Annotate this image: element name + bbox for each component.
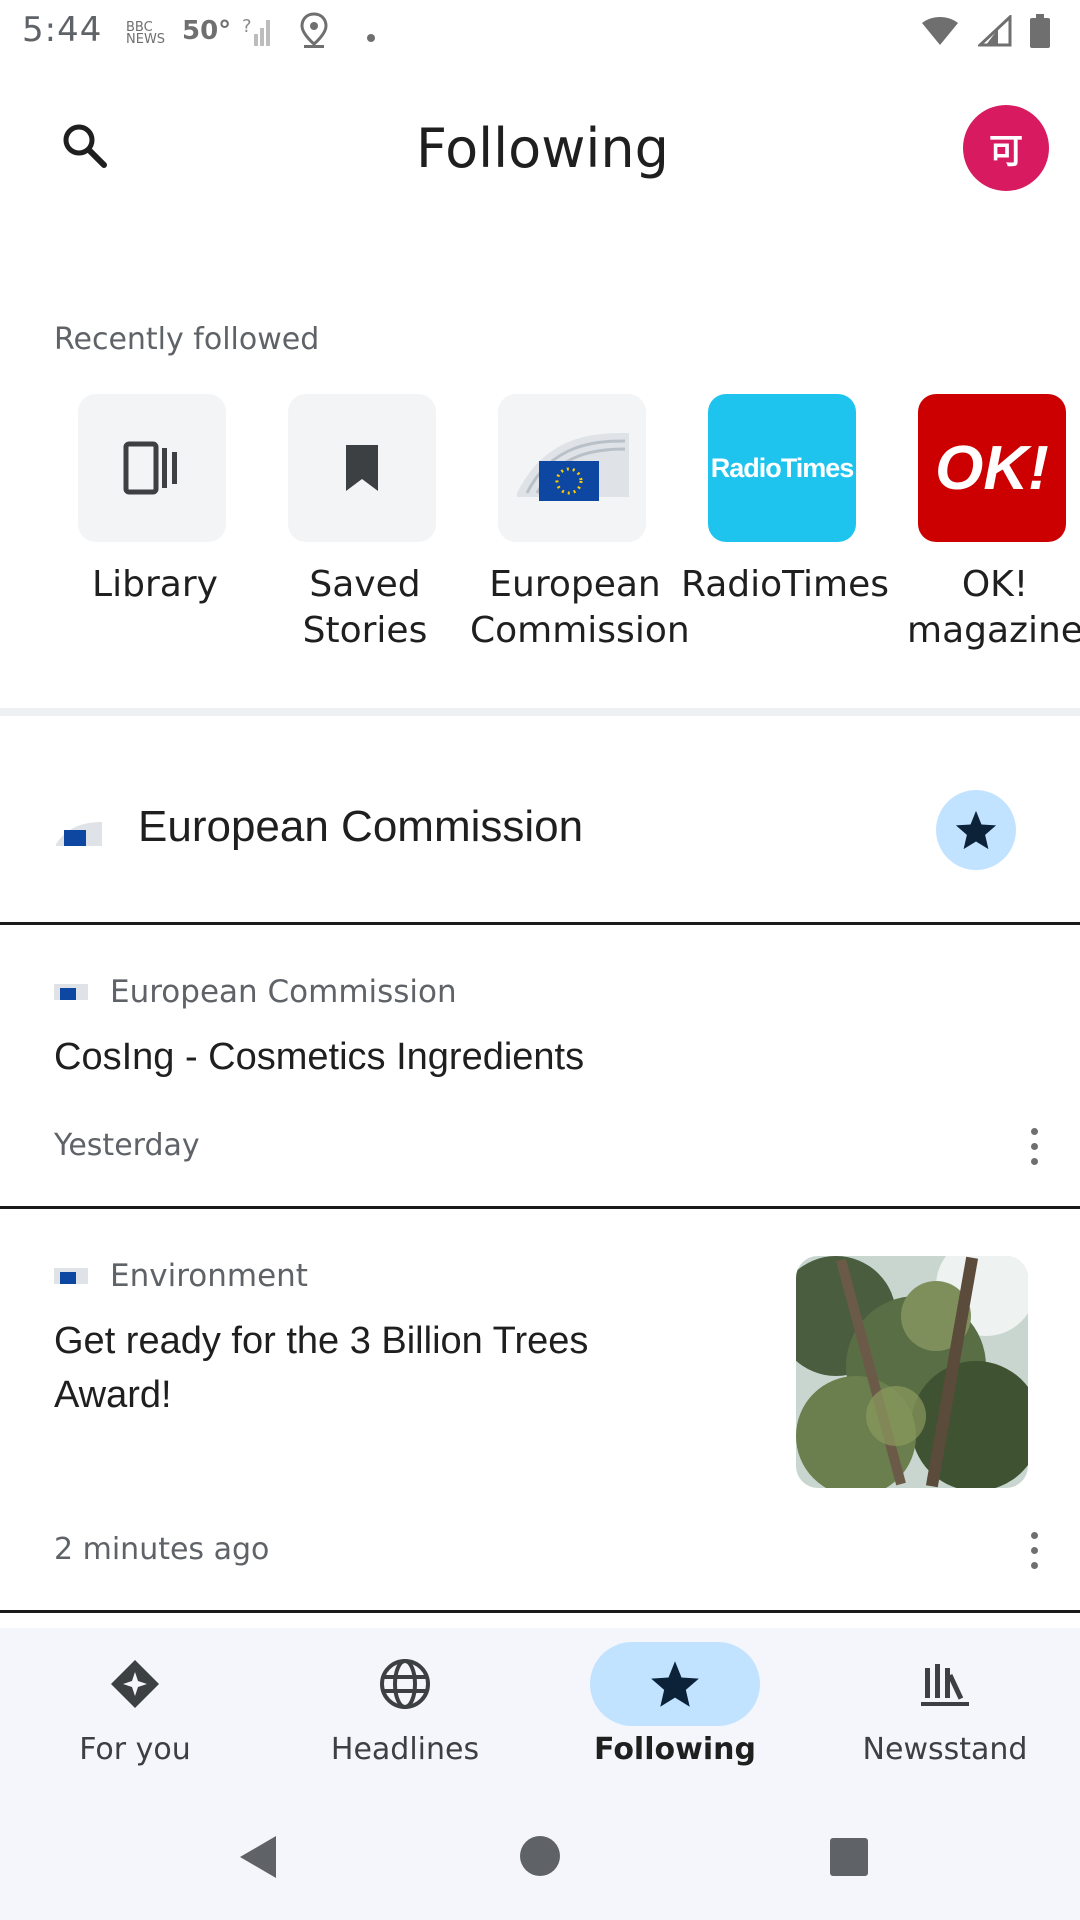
notification-dot-icon: [366, 24, 376, 49]
article-source: Environment: [54, 1258, 308, 1294]
tab-label: Newsstand: [862, 1732, 1028, 1767]
more-options-button[interactable]: [988, 1100, 1080, 1192]
account-button[interactable]: 可: [934, 86, 1078, 210]
article-card[interactable]: European Commission CosIng - Cosmetics I…: [0, 926, 1080, 1208]
section-divider: [0, 708, 1080, 716]
back-button[interactable]: [236, 1834, 280, 1884]
recents-icon: [830, 1838, 868, 1876]
recent-item-label: European Commission: [470, 564, 690, 651]
article-time: 2 minutes ago: [54, 1532, 270, 1567]
article-source-name: Environment: [110, 1258, 308, 1294]
library-icon: [78, 394, 226, 542]
recents-button[interactable]: [828, 1836, 870, 1882]
article-source: European Commission: [54, 974, 457, 1010]
source-header[interactable]: European Commission: [0, 736, 1080, 922]
row-divider: [0, 1206, 1080, 1209]
row-divider: [0, 922, 1080, 925]
recent-item-saved-stories[interactable]: Saved Stories: [260, 380, 470, 656]
search-button[interactable]: [22, 64, 146, 230]
globe-icon: [380, 1659, 430, 1709]
newsstand-icon: [921, 1664, 969, 1706]
source-title: European Commission: [138, 802, 584, 851]
tab-label: Headlines: [330, 1732, 480, 1767]
article-title[interactable]: Get ready for the 3 Billion Trees Award!: [54, 1314, 694, 1422]
page-title: Following: [416, 117, 669, 180]
svg-text:?: ?: [242, 16, 252, 37]
tab-for-you[interactable]: For you: [0, 1628, 270, 1794]
status-temperature: 50°: [182, 16, 232, 46]
trees-image: [796, 1256, 1028, 1488]
tab-newsstand[interactable]: Newsstand: [810, 1628, 1080, 1794]
home-icon: [520, 1836, 560, 1876]
cell-signal-icon: [976, 13, 1012, 51]
system-navigation-bar: [0, 1794, 1080, 1920]
for-you-icon: [111, 1660, 159, 1708]
no-signal-icon: ?: [242, 12, 272, 54]
article-title[interactable]: CosIng - Cosmetics Ingredients: [54, 1030, 584, 1084]
article-time: Yesterday: [54, 1128, 200, 1163]
location-icon: [300, 12, 328, 54]
recent-item-radiotimes[interactable]: RadioTimes RadioTimes: [680, 380, 890, 656]
star-icon: [651, 1661, 699, 1707]
unfollow-star-button[interactable]: [936, 790, 1016, 870]
bottom-navigation: For you Headlines Following Newsstand: [0, 1628, 1080, 1794]
recent-item-library[interactable]: Library: [50, 380, 260, 656]
status-right: [920, 13, 1050, 52]
battery-icon: [1030, 14, 1050, 52]
recent-item-ok-magazine[interactable]: OK! OK! magazine: [870, 380, 1080, 656]
status-bar: 5:44 BBC NEWS 50° ?: [0, 0, 1080, 62]
tab-following[interactable]: Following: [540, 1628, 810, 1794]
row-divider: [0, 1610, 1080, 1613]
eu-commission-logo: [54, 984, 88, 1000]
more-vert-icon: [1030, 1531, 1038, 1539]
recent-item-label: OK! magazine: [907, 564, 1080, 651]
recently-followed-label: Recently followed: [54, 322, 320, 357]
tab-headlines[interactable]: Headlines: [270, 1628, 540, 1794]
tab-label: For you: [79, 1732, 191, 1767]
ok-magazine-logo: OK!: [918, 394, 1066, 542]
eu-commission-logo: [56, 822, 102, 846]
search-icon: [60, 121, 108, 173]
radiotimes-logo: RadioTimes: [708, 394, 856, 542]
star-icon: [955, 810, 997, 850]
recent-item-label: Library: [92, 564, 218, 605]
bookmark-icon: [288, 394, 436, 542]
status-time: 5:44: [22, 10, 103, 50]
recent-item-label: RadioTimes: [680, 564, 890, 605]
wifi-icon: [920, 15, 960, 51]
avatar: 可: [963, 105, 1049, 191]
more-options-button[interactable]: [988, 1504, 1080, 1596]
article-source-name: European Commission: [110, 974, 457, 1010]
article-thumbnail[interactable]: [796, 1256, 1028, 1488]
recent-item-european-commission[interactable]: European Commission: [470, 380, 690, 656]
back-icon: [240, 1836, 276, 1878]
bbc-news-icon: BBC NEWS: [126, 20, 166, 47]
eu-commission-logo: [54, 1268, 88, 1284]
eu-commission-logo: [498, 394, 646, 542]
recent-item-label: Saved Stories: [302, 564, 428, 651]
home-button[interactable]: [518, 1834, 562, 1882]
more-vert-icon: [1030, 1127, 1038, 1135]
tab-label: Following: [594, 1732, 756, 1767]
